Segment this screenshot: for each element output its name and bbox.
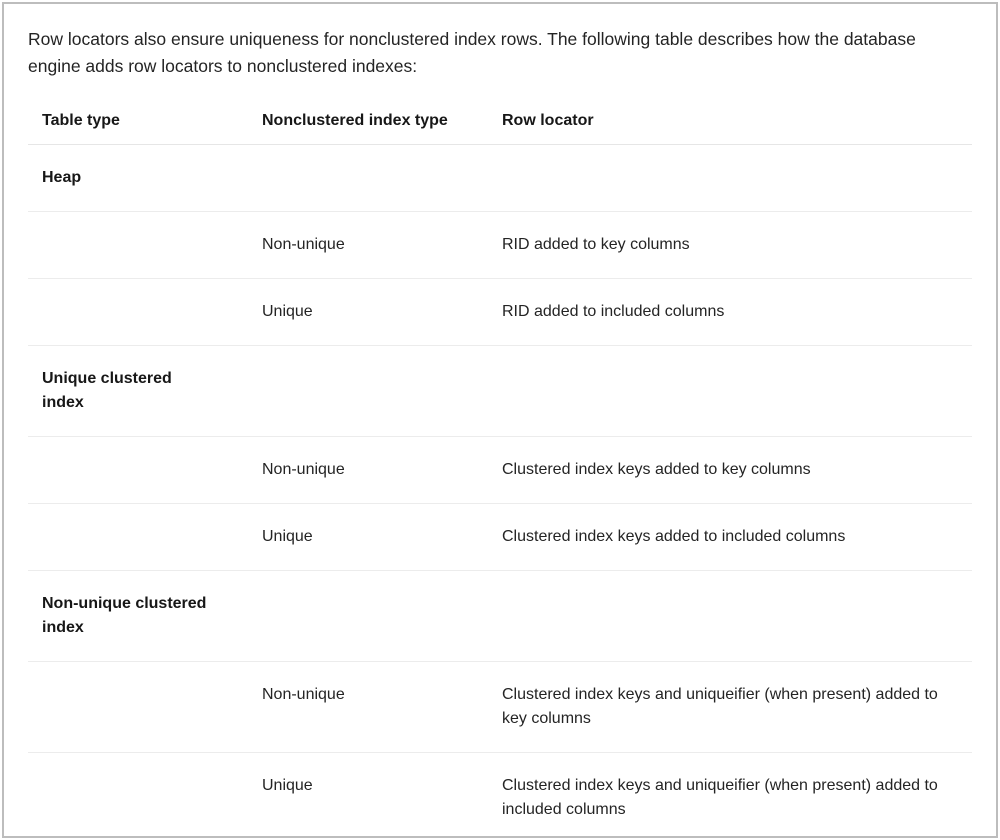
table-header-row: Table type Nonclustered index type Row l… [28,98,972,145]
cell-table-type [28,437,248,504]
cell-row-locator [488,145,972,212]
cell-nonclustered-type [248,145,488,212]
table-body: HeapNon-uniqueRID added to key columnsUn… [28,145,972,838]
cell-nonclustered-type: Non-unique [248,437,488,504]
cell-table-type: Non-unique clustered index [28,571,248,662]
cell-table-type: Unique clustered index [28,346,248,437]
cell-row-locator: Clustered index keys added to included c… [488,504,972,571]
cell-row-locator: Clustered index keys added to key column… [488,437,972,504]
cell-nonclustered-type: Unique [248,279,488,346]
cell-row-locator [488,571,972,662]
cell-table-type [28,504,248,571]
table-row: Unique clustered index [28,346,972,437]
cell-nonclustered-type: Unique [248,504,488,571]
cell-table-type [28,662,248,753]
table-row: Heap [28,145,972,212]
table-row: Non-uniqueClustered index keys and uniqu… [28,662,972,753]
cell-nonclustered-type: Non-unique [248,662,488,753]
header-row-locator: Row locator [488,98,972,145]
cell-table-type [28,279,248,346]
cell-nonclustered-type [248,346,488,437]
cell-nonclustered-type: Unique [248,753,488,838]
header-nonclustered-type: Nonclustered index type [248,98,488,145]
table-row: UniqueClustered index keys and uniqueifi… [28,753,972,838]
table-row: Non-unique clustered index [28,571,972,662]
cell-nonclustered-type: Non-unique [248,212,488,279]
table-row: UniqueRID added to included columns [28,279,972,346]
header-table-type: Table type [28,98,248,145]
cell-nonclustered-type [248,571,488,662]
cell-row-locator: Clustered index keys and uniqueifier (wh… [488,662,972,753]
table-row: Non-uniqueClustered index keys added to … [28,437,972,504]
cell-row-locator: RID added to key columns [488,212,972,279]
cell-table-type: Heap [28,145,248,212]
document-container: Row locators also ensure uniqueness for … [2,2,998,838]
row-locator-table: Table type Nonclustered index type Row l… [28,98,972,838]
cell-table-type [28,212,248,279]
cell-row-locator [488,346,972,437]
cell-row-locator: RID added to included columns [488,279,972,346]
intro-paragraph: Row locators also ensure uniqueness for … [28,26,972,80]
cell-table-type [28,753,248,838]
cell-row-locator: Clustered index keys and uniqueifier (wh… [488,753,972,838]
table-row: UniqueClustered index keys added to incl… [28,504,972,571]
table-row: Non-uniqueRID added to key columns [28,212,972,279]
